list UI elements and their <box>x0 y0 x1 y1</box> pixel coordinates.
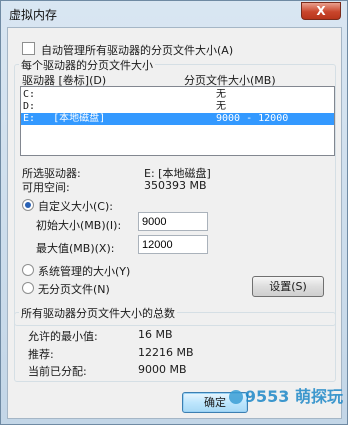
current-allocated-label: 当前已分配: <box>28 365 87 378</box>
recommended-value: 12216 MB <box>138 346 194 359</box>
virtual-memory-dialog: 虚拟内存 X 自动管理所有驱动器的分页文件大小(A) 每个驱动器的分页文件大小 … <box>0 0 348 425</box>
initial-size-input[interactable] <box>138 212 208 231</box>
drive-row[interactable]: D: 无 <box>21 101 334 113</box>
window-title: 虚拟内存 <box>9 8 58 22</box>
size-cell: 9000 - 12000 <box>216 113 289 124</box>
drive-cell: D: <box>23 101 36 112</box>
site-watermark: 9553 萌探玩 <box>228 383 343 407</box>
custom-size-radio[interactable] <box>22 199 34 211</box>
per-drive-group-title: 每个驱动器的分页文件大小 <box>19 57 155 73</box>
current-allocated-value: 9000 MB <box>138 363 187 376</box>
system-managed-label[interactable]: 系统管理的大小(Y) <box>38 263 130 279</box>
free-space-value: 350393 MB <box>144 179 207 192</box>
recommended-label: 推荐: <box>28 348 54 361</box>
drive-cell: E: [本地磁盘] <box>23 113 106 124</box>
system-managed-radio[interactable] <box>22 264 34 276</box>
max-size-input[interactable] <box>138 235 208 254</box>
dialog-body: 自动管理所有驱动器的分页文件大小(A) 每个驱动器的分页文件大小 驱动器 [卷标… <box>7 27 342 419</box>
min-allowed-value: 16 MB <box>138 328 173 341</box>
watermark-logo-icon <box>228 390 243 404</box>
drive-row[interactable]: C: 无 <box>21 89 334 101</box>
free-space-label: 可用空间: <box>22 181 70 194</box>
min-allowed-label: 允许的最小值: <box>28 330 98 343</box>
max-size-label: 最大值(MB)(X): <box>36 242 115 255</box>
close-button[interactable]: X <box>301 2 341 20</box>
drive-row-selected[interactable]: E: [本地磁盘] 9000 - 12000 <box>21 113 334 125</box>
auto-manage-label[interactable]: 自动管理所有驱动器的分页文件大小(A) <box>41 42 233 58</box>
totals-group-title: 所有驱动器分页文件大小的总数 <box>19 305 177 321</box>
title-bar[interactable]: 虚拟内存 X <box>1 1 347 27</box>
initial-size-label: 初始大小(MB)(I): <box>36 219 122 232</box>
drive-cell: C: <box>23 89 36 100</box>
no-paging-radio[interactable] <box>22 282 34 294</box>
auto-manage-checkbox[interactable] <box>22 42 35 55</box>
drive-list[interactable]: C: 无 D: 无 E: [本地磁盘] 9000 - 12000 <box>20 86 335 156</box>
size-cell: 无 <box>216 89 226 100</box>
no-paging-label[interactable]: 无分页文件(N) <box>38 281 110 297</box>
size-cell: 无 <box>216 101 226 112</box>
custom-size-label[interactable]: 自定义大小(C): <box>38 198 113 214</box>
set-button[interactable]: 设置(S) <box>252 276 324 297</box>
watermark-text: 9553 萌探玩 <box>244 387 343 406</box>
